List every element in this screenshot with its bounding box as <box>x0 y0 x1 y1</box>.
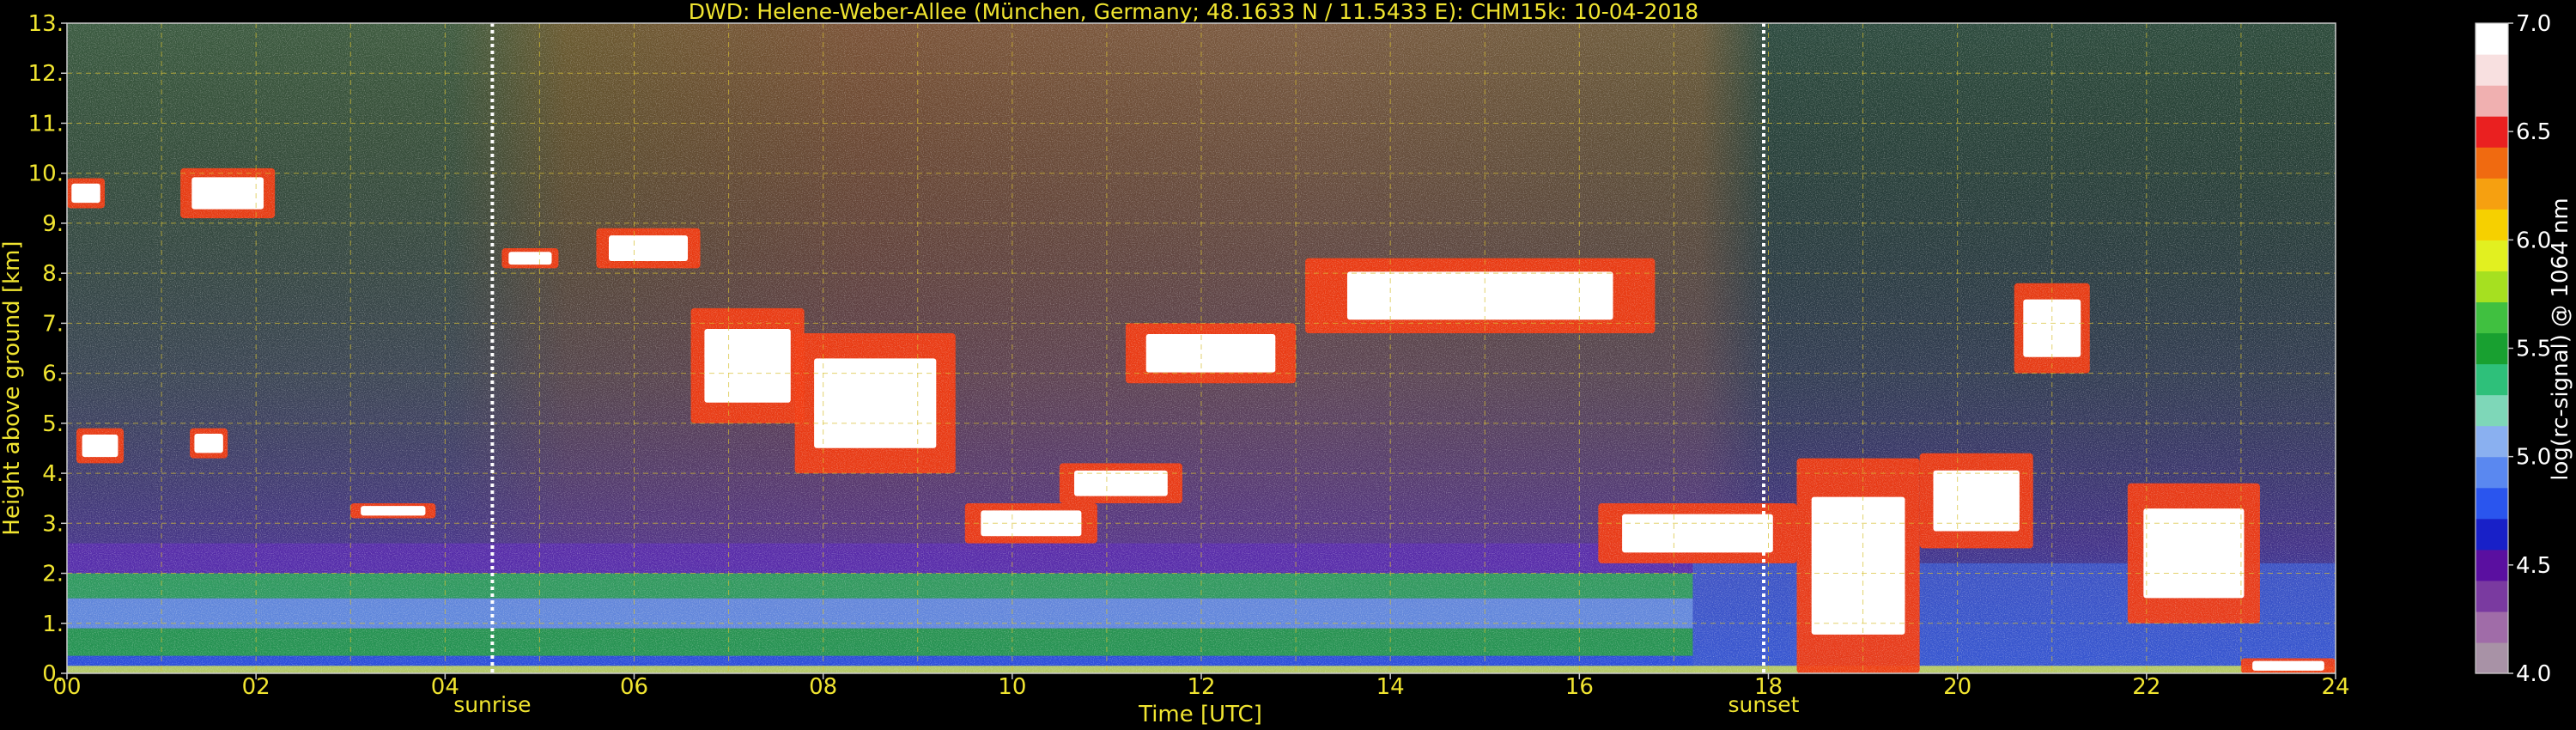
x-tick-label: 14 <box>1376 674 1405 700</box>
y-tick-label: 0. <box>42 661 64 687</box>
x-tick-label: 16 <box>1565 674 1594 700</box>
colorbar-segment <box>2476 271 2508 303</box>
colorbar-tick-label: 5.0 <box>2516 445 2551 471</box>
colorbar-segment <box>2476 456 2508 489</box>
y-tick-label: 13. <box>28 11 64 37</box>
x-tick-label: 08 <box>809 674 837 700</box>
y-tick-label: 10. <box>28 161 64 187</box>
x-axis-label: Time [UTC] <box>1138 702 1262 727</box>
colorbar-segment <box>2476 487 2508 520</box>
colorbar: 4.0 4.5 5.0 5.5 6.0 6.5 7.0 <box>2475 11 2551 687</box>
colorbar-segment <box>2476 425 2508 458</box>
colorbar-segment <box>2476 332 2508 365</box>
y-tick-label: 11. <box>28 111 64 137</box>
colorbar-segment <box>2476 642 2508 674</box>
y-tick-label: 5. <box>42 411 64 437</box>
colorbar-segment <box>2476 611 2508 643</box>
x-tick-label: 24 <box>2321 674 2349 700</box>
colorbar-tick-label: 6.0 <box>2516 228 2551 253</box>
colorbar-tick-label: 5.5 <box>2516 337 2551 362</box>
colorbar-tick-label: 7.0 <box>2516 11 2551 37</box>
colorbar-segment <box>2476 178 2508 210</box>
x-tick-label: 02 <box>242 674 270 700</box>
y-tick-label: 9. <box>42 211 64 237</box>
colorbar-segment <box>2476 85 2508 117</box>
y-tick-label: 2. <box>42 562 64 587</box>
colorbar-segment <box>2476 549 2508 581</box>
colorbar-segment <box>2476 23 2508 55</box>
y-tick-label: 7. <box>42 311 64 337</box>
colorbar-label: log(rc-signal) @ 1064 nm <box>2548 198 2573 480</box>
y-tick-label: 4. <box>42 461 64 487</box>
marker-label-sunrise: sunrise <box>453 692 531 717</box>
x-tick-label: 04 <box>431 674 459 700</box>
x-tick-label: 20 <box>1943 674 1971 700</box>
colorbar-segment <box>2476 394 2508 427</box>
x-tick-label: 06 <box>620 674 648 700</box>
y-tick-label: 12. <box>28 61 64 87</box>
colorbar-segment <box>2476 240 2508 271</box>
x-axis-ticks: 00 02 04 06 08 10 12 14 16 18 20 22 24 <box>52 673 2350 700</box>
chart-title: DWD: Helene-Weber-Allee (München, German… <box>689 0 1698 24</box>
colorbar-segment <box>2476 580 2508 612</box>
x-tick-label: 12 <box>1187 674 1215 700</box>
colorbar-segment <box>2476 518 2508 551</box>
x-tick-label: 18 <box>1754 674 1783 700</box>
y-tick-label: 8. <box>42 261 64 287</box>
colorbar-segment <box>2476 209 2508 240</box>
colorbar-segment <box>2476 147 2508 179</box>
colorbar-segment <box>2476 54 2508 86</box>
colorbar-tick-label: 4.0 <box>2516 661 2551 687</box>
colorbar-tick-label: 4.5 <box>2516 553 2551 579</box>
colorbar-segment <box>2476 301 2508 334</box>
colorbar-tick-label: 6.5 <box>2516 119 2551 145</box>
y-axis-ticks: 0. 1. 2. 3. 4. 5. 6. 7. 8. 9. 10. 11. 12. 13. <box>28 11 67 687</box>
y-tick-label: 1. <box>42 611 64 637</box>
colorbar-segment <box>2476 116 2508 148</box>
x-tick-label: 10 <box>998 674 1026 700</box>
y-tick-label: 3. <box>42 511 64 537</box>
x-tick-label: 22 <box>2132 674 2160 700</box>
backscatter-chart: sunrise sunset 00 02 04 06 08 10 12 14 16 18 20 22 24… <box>0 0 2573 727</box>
colorbar-segment <box>2476 363 2508 396</box>
ceilometer-figure: sunrise sunset 00 02 04 06 08 10 12 14 16 18 20 22 24… <box>0 0 2576 730</box>
y-tick-label: 6. <box>42 362 64 387</box>
y-axis-label: Height above ground [km] <box>0 240 25 535</box>
